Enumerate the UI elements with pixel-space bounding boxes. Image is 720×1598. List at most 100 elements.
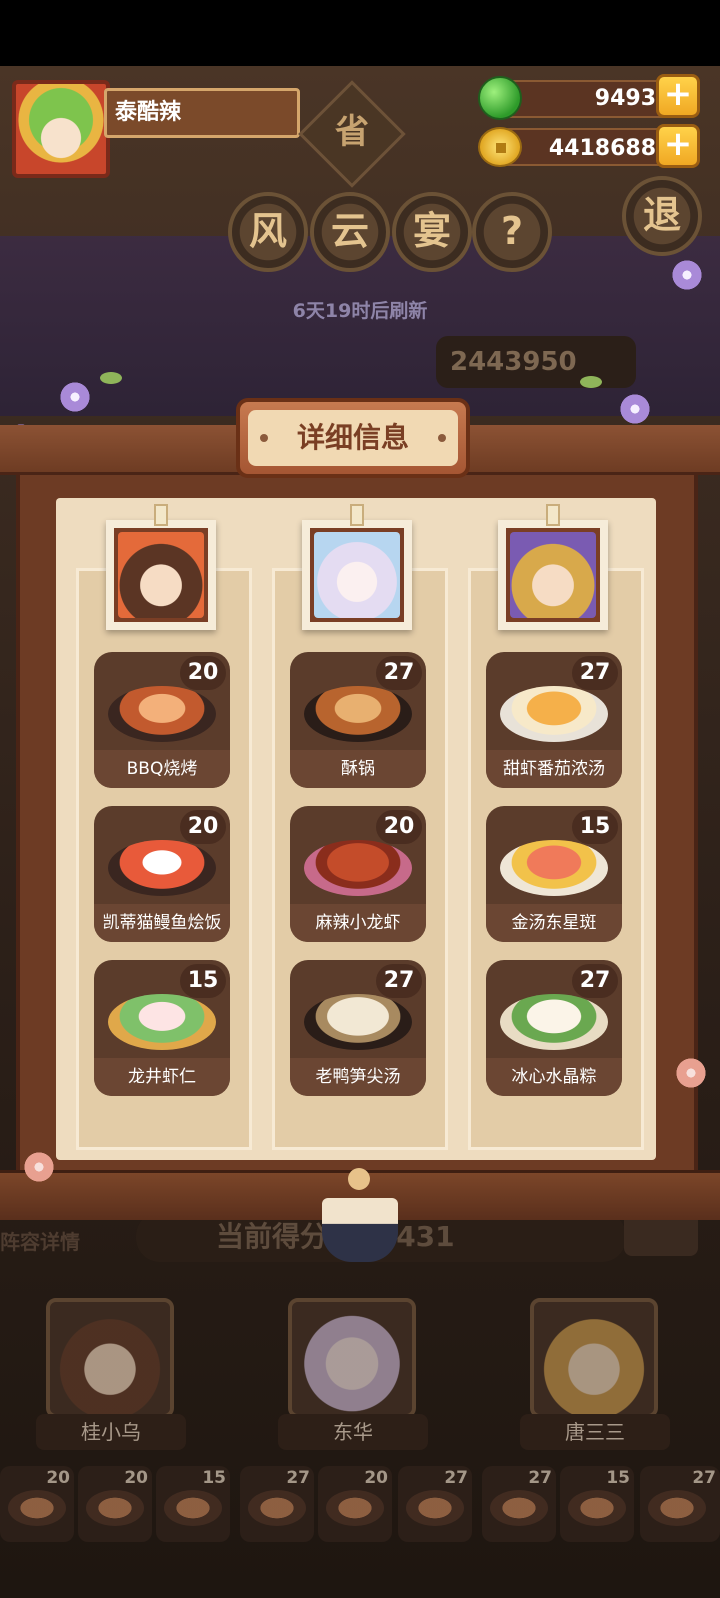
dish-image (304, 686, 412, 742)
chef-card-3[interactable] (530, 1298, 658, 1418)
dish-icon (86, 1490, 144, 1526)
chef-portrait (534, 1302, 654, 1414)
apple-count: 9493 (594, 86, 656, 111)
refresh-timer: 6天19时后刷新 (292, 300, 428, 322)
dish-count: 27 (286, 1468, 310, 1488)
dish-count: 20 (46, 1468, 70, 1488)
dish-card[interactable]: 27 老鸭笋尖汤 (290, 960, 426, 1096)
chef-portrait-3 (498, 520, 608, 630)
coin-count: 4418688 (548, 136, 656, 161)
bottom-dish-slot[interactable]: 20 (318, 1466, 392, 1542)
dish-name: 金汤东星斑 (486, 904, 622, 942)
dish-name: 甜虾番茄浓汤 (486, 750, 622, 788)
dish-count: 15 (572, 810, 618, 844)
dish-image (304, 840, 412, 896)
apple-icon (478, 76, 522, 120)
paper-clip (154, 504, 168, 526)
player-name: 泰酷辣 (104, 88, 300, 138)
bottom-dish-slot[interactable]: 15 (156, 1466, 230, 1542)
avatar-image (16, 84, 106, 174)
dish-name: 冰心水晶粽 (486, 1058, 622, 1096)
leaf-decoration (100, 372, 122, 384)
title-char-2: 云 (310, 192, 390, 272)
detail-title: 详细信息 (248, 410, 458, 466)
title-char-3: 宴 (392, 192, 472, 272)
dish-image (108, 686, 216, 742)
bottom-dish-slot[interactable]: 27 (640, 1466, 720, 1542)
flower-decoration (674, 1056, 708, 1090)
chef-portrait-1 (106, 520, 216, 630)
dish-card[interactable]: 15 金汤东星斑 (486, 806, 622, 942)
dish-card[interactable]: 15 龙井虾仁 (94, 960, 230, 1096)
dish-image (304, 994, 412, 1050)
dish-icon (568, 1490, 626, 1526)
bottom-dish-slot[interactable]: 20 (0, 1466, 74, 1542)
dish-image (500, 686, 608, 742)
status-bar (0, 0, 720, 66)
leaf-decoration (580, 376, 602, 388)
dish-count: 15 (202, 1468, 226, 1488)
chef-card-1[interactable] (46, 1298, 174, 1418)
dish-image (108, 994, 216, 1050)
dish-count: 20 (376, 810, 422, 844)
dish-count: 27 (444, 1468, 468, 1488)
dish-count: 27 (572, 964, 618, 998)
dish-name: 麻辣小龙虾 (290, 904, 426, 942)
dish-image (500, 994, 608, 1050)
chef-portrait (292, 1302, 412, 1414)
dish-count: 15 (180, 964, 226, 998)
dish-name: 老鸭笋尖汤 (290, 1058, 426, 1096)
background-score: 2443950 (436, 336, 636, 388)
dish-count: 20 (180, 656, 226, 690)
flower-decoration (22, 1150, 56, 1184)
flower-decoration (58, 380, 92, 414)
dish-icon (8, 1490, 66, 1526)
add-coins-button[interactable]: + (656, 124, 700, 168)
dish-icon (406, 1490, 464, 1526)
dish-count: 27 (572, 656, 618, 690)
chef-name-1: 桂小乌 (36, 1414, 186, 1450)
flower-decoration (670, 258, 704, 292)
detail-title-plaque: 详细信息 (236, 398, 470, 478)
dish-name: 龙井虾仁 (94, 1058, 230, 1096)
dish-icon (326, 1490, 384, 1526)
dot-decoration (260, 434, 268, 442)
coin-icon (478, 127, 522, 167)
pouch-icon (322, 1198, 398, 1262)
flower-decoration (618, 392, 652, 426)
dish-card[interactable]: 27 酥锅 (290, 652, 426, 788)
help-button[interactable]: ? (472, 192, 552, 272)
dish-card[interactable]: 20 BBQ烧烤 (94, 652, 230, 788)
chef-card-2[interactable] (288, 1298, 416, 1418)
dish-count: 27 (376, 964, 422, 998)
back-button[interactable]: 退 (622, 176, 702, 256)
bottom-dish-slot[interactable]: 20 (78, 1466, 152, 1542)
dish-count: 20 (364, 1468, 388, 1488)
bottom-dish-slot[interactable]: 27 (240, 1466, 314, 1542)
dish-name: BBQ烧烤 (94, 750, 230, 788)
close-panel-tassel[interactable] (318, 1168, 402, 1264)
bottom-dish-slot[interactable]: 27 (398, 1466, 472, 1542)
chef-portrait-2 (302, 520, 412, 630)
chef-name-3: 唐三三 (520, 1414, 670, 1450)
dish-count: 20 (124, 1468, 148, 1488)
dish-name: 凯蒂猫鳗鱼烩饭 (94, 904, 230, 942)
add-apples-button[interactable]: + (656, 74, 700, 118)
dish-image (108, 840, 216, 896)
title-char-1: 风 (228, 192, 308, 272)
dish-count: 15 (606, 1468, 630, 1488)
lineup-details-label[interactable]: 阵容详情 (0, 1226, 80, 1255)
dish-name: 酥锅 (290, 750, 426, 788)
dish-card[interactable]: 27 冰心水晶粽 (486, 960, 622, 1096)
province-badge[interactable]: 省 (314, 104, 390, 153)
dot-decoration (438, 434, 446, 442)
player-avatar[interactable] (12, 80, 110, 178)
bottom-dish-slot[interactable]: 15 (560, 1466, 634, 1542)
dish-card[interactable]: 20 麻辣小龙虾 (290, 806, 426, 942)
dish-icon (248, 1490, 306, 1526)
dish-card[interactable]: 27 甜虾番茄浓汤 (486, 652, 622, 788)
dish-count: 20 (180, 810, 226, 844)
dish-card[interactable]: 20 凯蒂猫鳗鱼烩饭 (94, 806, 230, 942)
chef-portrait (50, 1302, 170, 1414)
bottom-dish-slot[interactable]: 27 (482, 1466, 556, 1542)
